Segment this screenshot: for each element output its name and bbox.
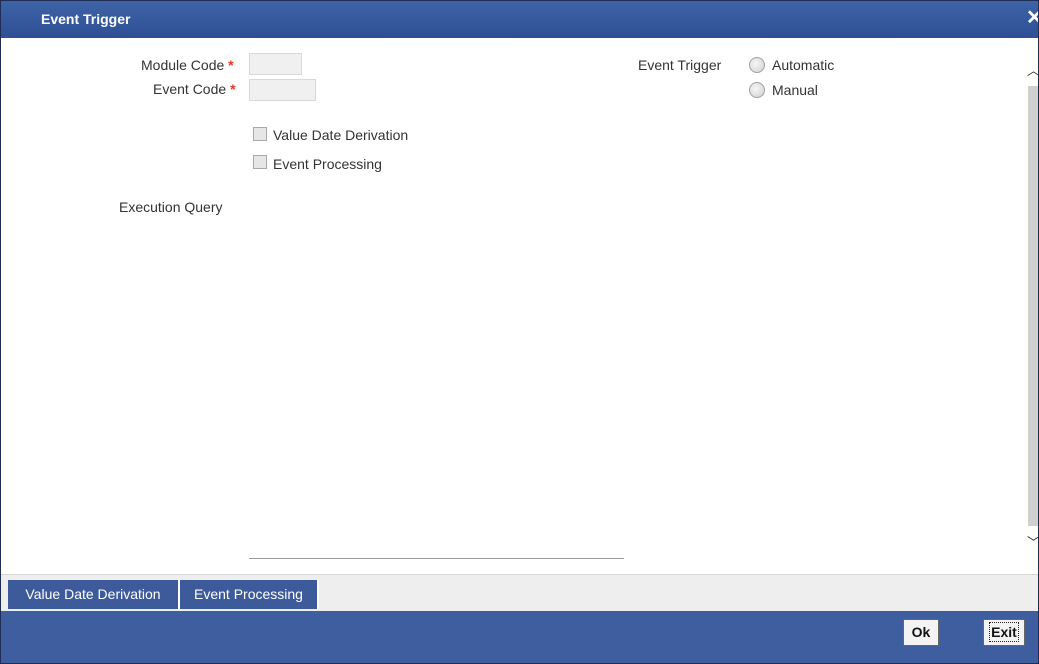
- scrollbar-thumb[interactable]: [1028, 86, 1038, 526]
- form-content: Module Code * Event Code * Value Date De…: [9, 38, 1026, 574]
- chevron-down-icon[interactable]: ﹀: [1027, 532, 1038, 551]
- event-code-required-mark: *: [230, 81, 236, 97]
- manual-radio[interactable]: [749, 82, 765, 98]
- event-trigger-window: Event Trigger ✕ Module Code * Event Code…: [0, 0, 1039, 664]
- module-code-label: Module Code *: [141, 57, 234, 73]
- event-code-input[interactable]: [249, 79, 316, 101]
- value-date-derivation-label: Value Date Derivation: [273, 127, 409, 143]
- window-title: Event Trigger: [41, 11, 131, 27]
- chevron-up-icon[interactable]: ︿: [1027, 60, 1038, 79]
- event-code-label: Event Code *: [153, 81, 236, 97]
- ok-button[interactable]: Ok: [903, 619, 939, 646]
- event-code-label-text: Event Code: [153, 81, 227, 97]
- tab-value-date-derivation[interactable]: Value Date Derivation: [8, 580, 180, 609]
- footer-bar: Ok Exit: [1, 611, 1038, 663]
- execution-query-textarea[interactable]: [249, 558, 624, 559]
- vertical-scrollbar[interactable]: ︿ ﹀: [1026, 38, 1038, 574]
- title-bar: Event Trigger ✕: [1, 1, 1038, 38]
- execution-query-label: Execution Query: [119, 199, 223, 215]
- automatic-radio[interactable]: [749, 57, 765, 73]
- tab-event-processing[interactable]: Event Processing: [180, 580, 319, 609]
- tab-bar: Value Date Derivation Event Processing: [1, 574, 1038, 611]
- module-code-label-text: Module Code: [141, 57, 225, 73]
- module-code-required-mark: *: [228, 57, 234, 73]
- module-code-input[interactable]: [249, 53, 302, 75]
- close-icon[interactable]: ✕: [1026, 8, 1038, 28]
- manual-radio-label: Manual: [772, 82, 818, 98]
- event-processing-label: Event Processing: [273, 156, 382, 172]
- automatic-radio-label: Automatic: [772, 57, 835, 73]
- event-processing-checkbox[interactable]: [253, 155, 267, 169]
- value-date-derivation-checkbox[interactable]: [253, 127, 267, 141]
- exit-button-label: Exit: [989, 622, 1019, 642]
- event-trigger-label: Event Trigger: [638, 57, 722, 73]
- exit-button[interactable]: Exit: [983, 619, 1025, 646]
- ok-button-label: Ok: [911, 624, 931, 640]
